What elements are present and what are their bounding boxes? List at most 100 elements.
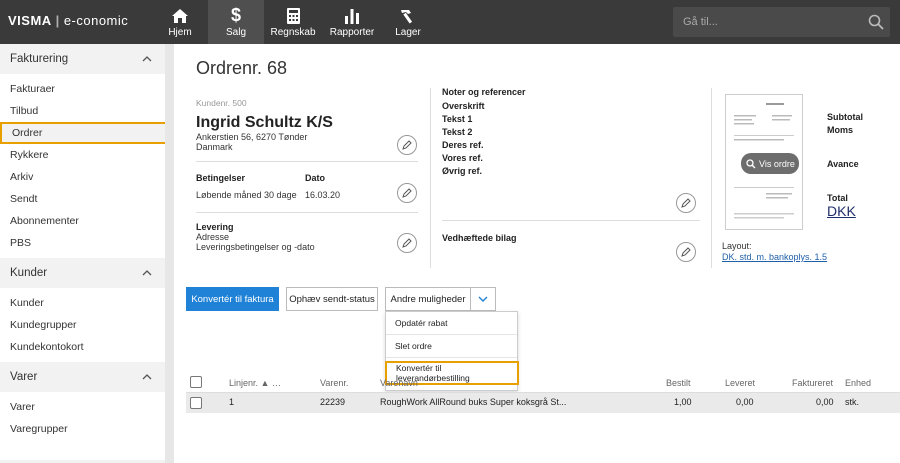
notes-fields: Overskrift Tekst 1 Tekst 2 Deres ref. Vo… [442, 100, 485, 178]
col-linjenr[interactable]: Linjenr. ▲ … [229, 378, 281, 388]
divider [196, 161, 418, 162]
brand-name-light: e-conomic [63, 13, 129, 28]
col-faktureret[interactable]: Faktureret [792, 378, 833, 388]
sidebar-item-varegrupper[interactable]: Varegrupper [0, 418, 165, 440]
moms-label: Moms [827, 125, 854, 135]
sidebar-divider [165, 44, 174, 463]
search-icon[interactable] [868, 14, 884, 33]
betingelser-value: Løbende måned 30 dage [196, 190, 297, 200]
home-icon [171, 7, 189, 25]
col-varenavn[interactable]: Varenavn [380, 378, 418, 388]
table-header: Linjenr. ▲ … Varenr. Varenavn Bestilt Le… [186, 374, 900, 392]
edit-terms-button[interactable] [397, 183, 417, 203]
more-options-dropdown-toggle[interactable] [470, 287, 496, 311]
cell-linjenr: 1 [229, 397, 235, 407]
menu-item-delete-order[interactable]: Slet ordre [386, 335, 517, 358]
nav-label: Salg [225, 26, 246, 38]
convert-to-invoice-button[interactable]: Konvertér til faktura [186, 287, 279, 311]
col-varenr[interactable]: Varenr. [320, 378, 348, 388]
edit-notes-button[interactable] [676, 193, 696, 213]
sidebar-item-arkiv[interactable]: Arkiv [0, 166, 165, 188]
sidebar: Fakturering Fakturaer Tilbud Ordrer Rykk… [0, 44, 167, 463]
nav-rapporter[interactable]: Rapporter [322, 0, 382, 44]
edit-customer-button[interactable] [397, 135, 417, 155]
customer-number: Kundenr. 500 [196, 98, 247, 108]
col-linjenr-label: Linjenr. [229, 378, 259, 388]
search-placeholder: Gå til... [683, 16, 718, 28]
row-checkbox[interactable] [190, 397, 202, 409]
view-order-button[interactable]: Vis ordre [741, 153, 799, 174]
more-options-button[interactable]: Andre muligheder [385, 287, 471, 311]
cancel-sent-status-button[interactable]: Ophæv sendt-status [286, 287, 378, 311]
visma-logo[interactable]: VISMA | e-conomic [8, 13, 128, 28]
chevron-up-icon[interactable] [142, 53, 152, 65]
brand-name-bold: VISMA [8, 13, 52, 28]
cell-enhed: stk. [845, 397, 860, 407]
subtotal-label: Subtotal [827, 112, 863, 122]
bar-chart-icon [344, 7, 360, 25]
dato-value: 16.03.20 [305, 190, 341, 200]
notes-field: Overskrift [442, 101, 485, 111]
menu-item-update-discount[interactable]: Opdatér rabat [386, 312, 517, 335]
dollar-icon: $ [230, 5, 241, 25]
hammer-icon [399, 7, 417, 25]
sidebar-item-fakturaer[interactable]: Fakturaer [0, 78, 165, 100]
dato-label: Dato [305, 173, 325, 183]
cell-leveret: 0,00 [736, 397, 754, 407]
order-preview-thumbnail[interactable]: Vis ordre [725, 94, 803, 230]
sidebar-item-pbs[interactable]: PBS [0, 232, 165, 254]
edit-delivery-button[interactable] [397, 233, 417, 253]
layout-link[interactable]: DK. std. m. bankoplys. 1.5 [722, 252, 827, 262]
column-divider [711, 88, 712, 268]
chevron-up-icon[interactable] [142, 371, 152, 383]
pencil-icon [681, 247, 691, 257]
sidebar-item-kunder[interactable]: Kunder [0, 292, 165, 314]
sidebar-item-varer[interactable]: Varer [0, 396, 165, 418]
sidebar-item-kundegrupper[interactable]: Kundegrupper [0, 314, 165, 336]
customer-panel: Kundenr. 500 Ingrid Schultz K/S Ankersti… [196, 98, 418, 152]
sidebar-item-sendt[interactable]: Sendt [0, 188, 165, 210]
sidebar-item-kundekontokort[interactable]: Kundekontokort [0, 336, 165, 358]
col-enhed[interactable]: Enhed [845, 378, 871, 388]
col-leveret[interactable]: Leveret [725, 378, 755, 388]
customer-country: Danmark [196, 142, 233, 152]
sidebar-section-fakturering[interactable]: Fakturering [0, 44, 165, 74]
notes-field: Deres ref. [442, 140, 484, 150]
main-nav: Hjem $ Salg Regnskab Rapporter Lager [152, 0, 434, 44]
table-row[interactable]: 1 22239 RoughWork AllRound buks Super ko… [186, 393, 900, 413]
edit-attachments-button[interactable] [676, 242, 696, 262]
sidebar-item-ordrer[interactable]: Ordrer [0, 122, 167, 144]
sidebar-item-tilbud[interactable]: Tilbud [0, 100, 165, 122]
sidebar-section-kunder[interactable]: Kunder [0, 258, 165, 288]
pencil-icon [402, 238, 412, 248]
levering-address: Adresse [196, 232, 230, 242]
nav-salg[interactable]: $ Salg [208, 0, 264, 44]
select-all-checkbox[interactable] [190, 376, 202, 388]
divider [196, 212, 418, 213]
levering-label: Levering [196, 222, 234, 232]
cell-bestilt: 1,00 [674, 397, 692, 407]
notes-field: Vores ref. [442, 153, 483, 163]
sidebar-item-rykkere[interactable]: Rykkere [0, 144, 165, 166]
notes-field: Tekst 2 [442, 127, 473, 137]
attachments-label: Vedhæftede bilag [442, 233, 517, 243]
search-input[interactable]: Gå til... [673, 7, 890, 37]
nav-regnskab[interactable]: Regnskab [264, 0, 322, 44]
chevron-up-icon[interactable] [142, 267, 152, 279]
total-label: Total [827, 193, 848, 203]
cell-varenavn: RoughWork AllRound buks Super koksgrå St… [380, 397, 567, 407]
view-order-label: Vis ordre [759, 158, 795, 169]
pencil-icon [402, 140, 412, 150]
nav-hjem[interactable]: Hjem [152, 0, 208, 44]
avance-label: Avance [827, 159, 859, 169]
nav-lager[interactable]: Lager [382, 0, 434, 44]
sidebar-section-varer[interactable]: Varer [0, 362, 165, 392]
nav-label: Lager [395, 26, 421, 38]
cell-faktureret: 0,00 [816, 397, 834, 407]
notes-field: Øvrig ref. [442, 166, 483, 176]
sidebar-item-abonnementer[interactable]: Abonnementer [0, 210, 165, 232]
notes-field: Tekst 1 [442, 114, 473, 124]
customer-name: Ingrid Schultz K/S [196, 114, 333, 131]
col-bestilt[interactable]: Bestilt [666, 378, 691, 388]
divider [442, 220, 700, 221]
